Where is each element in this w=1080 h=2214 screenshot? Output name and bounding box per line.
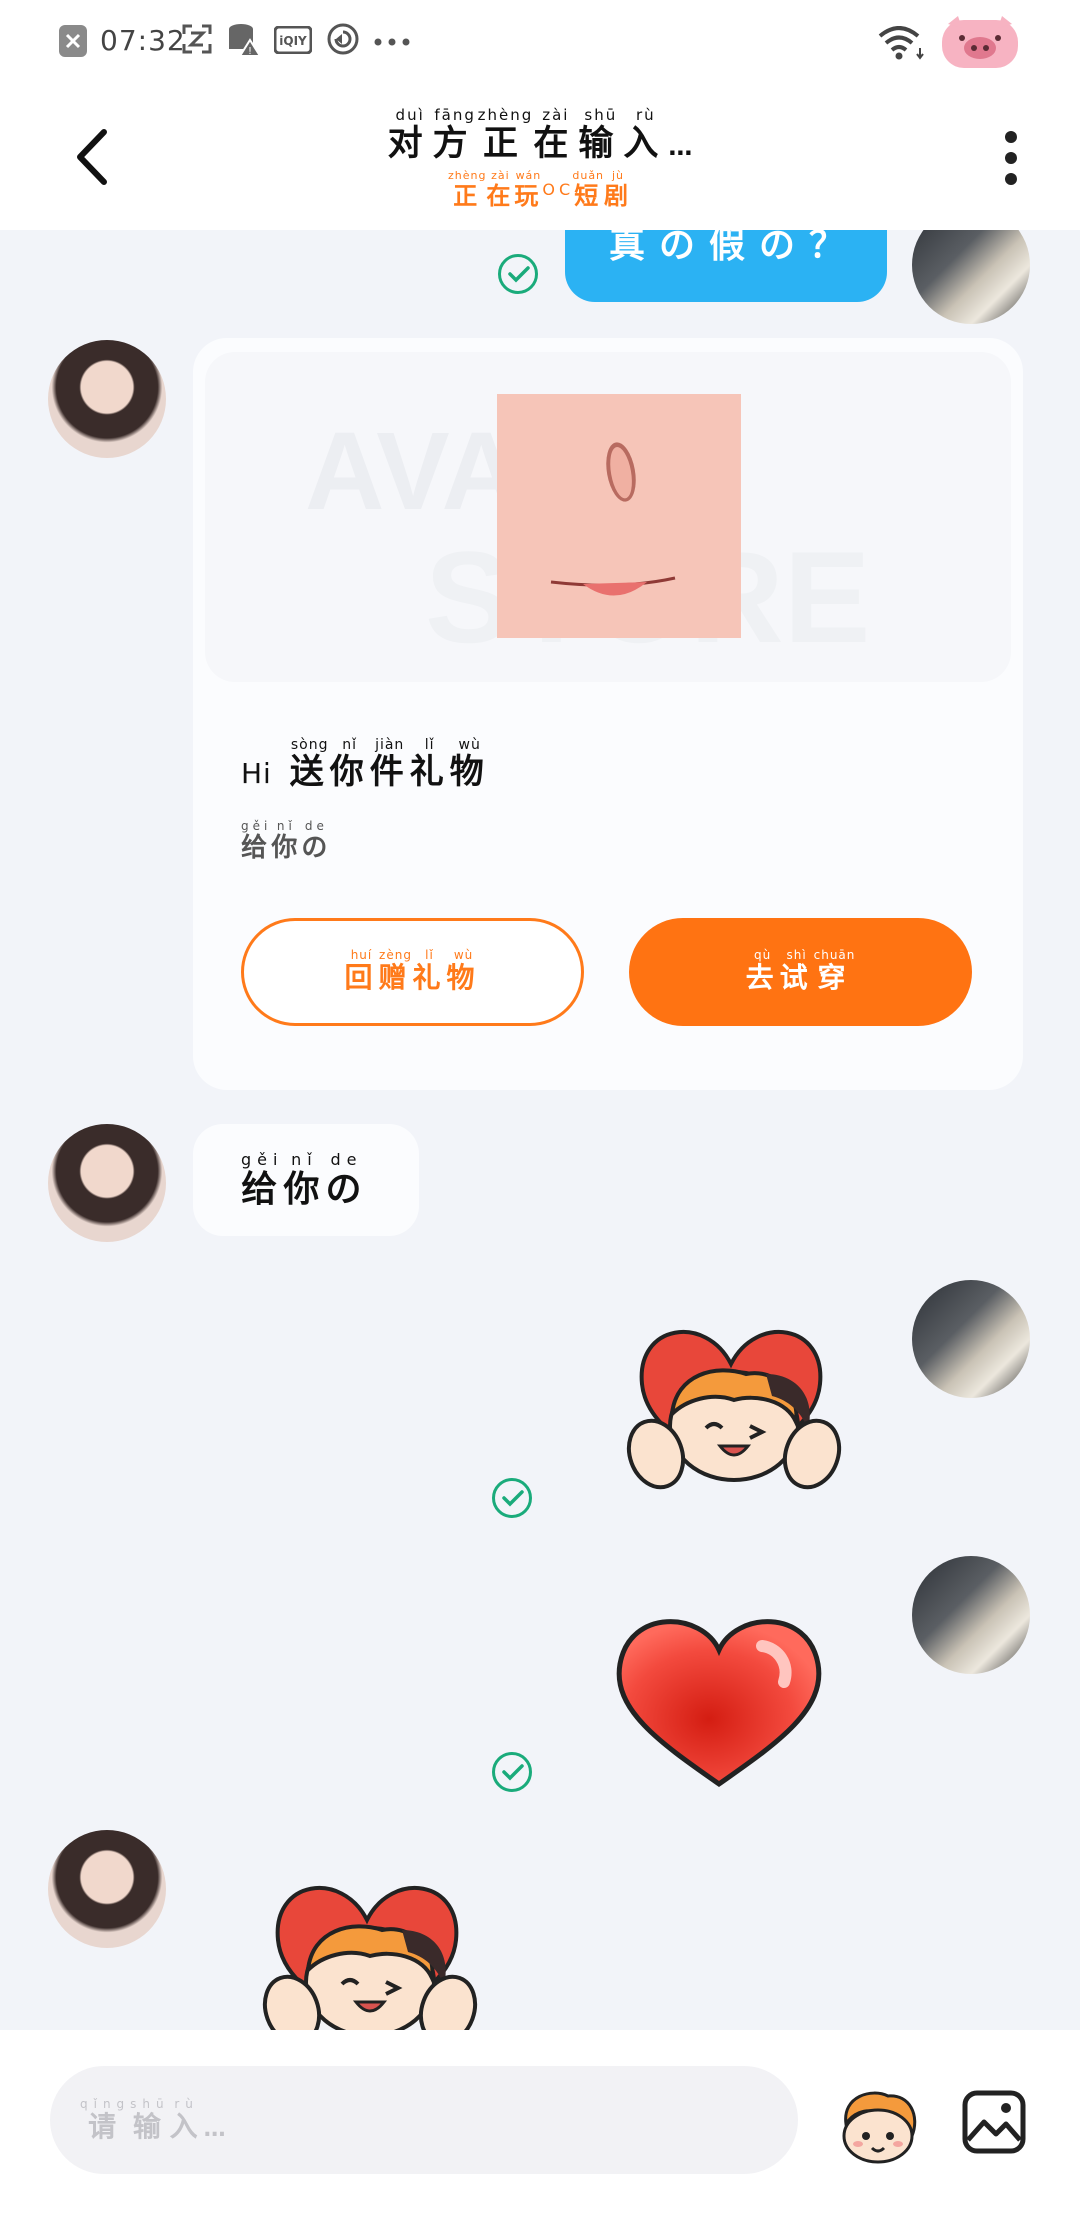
title-char: 正zhèng [477,106,534,164]
image-icon[interactable] [962,2090,1026,2154]
gift-message-line: Hi 送sòng你nǐ件jiàn礼lǐ物wù [241,737,490,793]
subtitle-char: 短duǎn [572,169,605,210]
gift-char: 件jiàn [369,737,410,792]
status-bar: 07:32 ! iQIY [0,0,1080,90]
face-features-icon [550,442,676,596]
gift-sub-line: 给gěi你nǐのde [241,819,332,864]
return-gift-button[interactable]: 回huí赠zèng礼lǐ物wù [241,918,584,1026]
more-dots-icon [374,38,410,46]
title-char: 入rù [623,106,669,164]
placeholder-char: 输shū [130,2097,170,2143]
activity-subtitle: 正zhèng在zài玩wánOC短duǎn剧jù [0,169,1080,211]
button-char: 赠zèng [378,947,413,994]
wifi-icon [878,26,924,60]
subtitle-char: 正zhèng [447,169,487,210]
message-input[interactable]: 请qǐng输shū入rù… [50,2066,798,2174]
read-check-icon [498,254,538,294]
vertical-dots-icon[interactable] [1004,130,1018,186]
my-avatar[interactable] [912,1280,1030,1398]
gift-char: 送sòng [289,737,330,792]
message-input-bar: 请qǐng输shū入rù… [0,2030,1080,2214]
input-placeholder: 请qǐng输shū入rù… [80,2097,226,2145]
svg-text:!: ! [248,46,252,57]
button-char: 去qù [745,947,780,994]
gift-prefix: Hi [241,757,272,790]
gift-char: 你nǐ [329,737,370,792]
subtitle-char: 玩wán [514,169,543,210]
gift-char: のde [301,819,332,863]
button-char: 穿chuān [813,947,856,994]
read-check-icon [492,1752,532,1792]
contact-avatar[interactable] [48,1830,166,1948]
title-char: 输shū [578,106,624,164]
try-on-button[interactable]: 去qù试shì穿chuān [629,918,972,1026]
title-char: 对duì [387,106,433,164]
button-char: 物wù [446,947,481,994]
title-ellipsis: … [668,133,693,161]
chat-header: 对duì方fāng正zhèng在zài输shū入rù… 正zhèng在zài玩w… [0,90,1080,230]
read-check-icon [492,1478,532,1518]
svg-text:iQIY: iQIY [279,34,307,48]
gift-char: 你nǐ [271,819,302,863]
my-avatar[interactable] [912,230,1030,324]
button-char: 礼lǐ [412,947,447,994]
red-heart-sticker[interactable] [612,1606,826,1790]
button-char: 回huí [344,947,379,994]
message-text: 真の假の？ [609,230,860,266]
avatar-face-preview [497,394,741,638]
iqiyi-icon: iQIY [274,26,312,54]
subtitle-char: 在zài [486,169,515,210]
contact-avatar[interactable] [48,1124,166,1242]
gift-card-message[interactable]: AVATAR STORE Hi 送sòng你nǐ件jiàn礼lǐ物wù 给gěi… [193,338,1023,1090]
gift-char: 物wù [449,737,490,792]
message-char: 给gěi [241,1150,284,1210]
subtitle-oc: OC [542,180,575,199]
heart-hug-sticker[interactable] [616,1304,846,1514]
chat-message-list[interactable]: 真の假の？ AVATAR STORE Hi 送sòng你nǐ件jiàn礼lǐ物w… [0,230,1080,2030]
my-avatar[interactable] [912,1556,1030,1674]
pig-avatar-icon[interactable] [940,14,1020,70]
status-time: 07:32 [100,24,186,57]
contact-avatar[interactable] [48,340,166,458]
mascot-face-icon[interactable] [832,2086,922,2166]
gift-preview-image: AVATAR STORE [205,352,1011,682]
storage-warning-icon: ! [229,24,262,57]
sync-icon [327,23,359,55]
message-text: 给gěi你nǐのde [241,1150,368,1212]
scan-icon [182,24,212,54]
subtitle-char: 剧jù [604,169,633,210]
incoming-text-bubble[interactable]: 给gěi你nǐのde [193,1124,419,1236]
title-char: 方fāng [432,106,478,164]
heart-hug-sticker[interactable] [252,1860,482,2030]
message-char: のde [325,1150,368,1210]
placeholder-ellipsis: … [203,2117,226,2142]
app-close-icon [59,25,87,57]
typing-status-title: 对duì方fāng正zhèng在zài输shū入rù… [0,106,1080,166]
placeholder-char: 请qǐng [80,2097,131,2143]
placeholder-char: 入rù [169,2097,204,2143]
title-char: 在zài [533,106,579,164]
gift-char: 礼lǐ [409,737,450,792]
button-char: 试shì [779,947,814,994]
message-char: 你nǐ [283,1150,326,1210]
outgoing-text-bubble[interactable]: 真の假の？ [565,230,887,302]
gift-char: 给gěi [241,819,272,863]
